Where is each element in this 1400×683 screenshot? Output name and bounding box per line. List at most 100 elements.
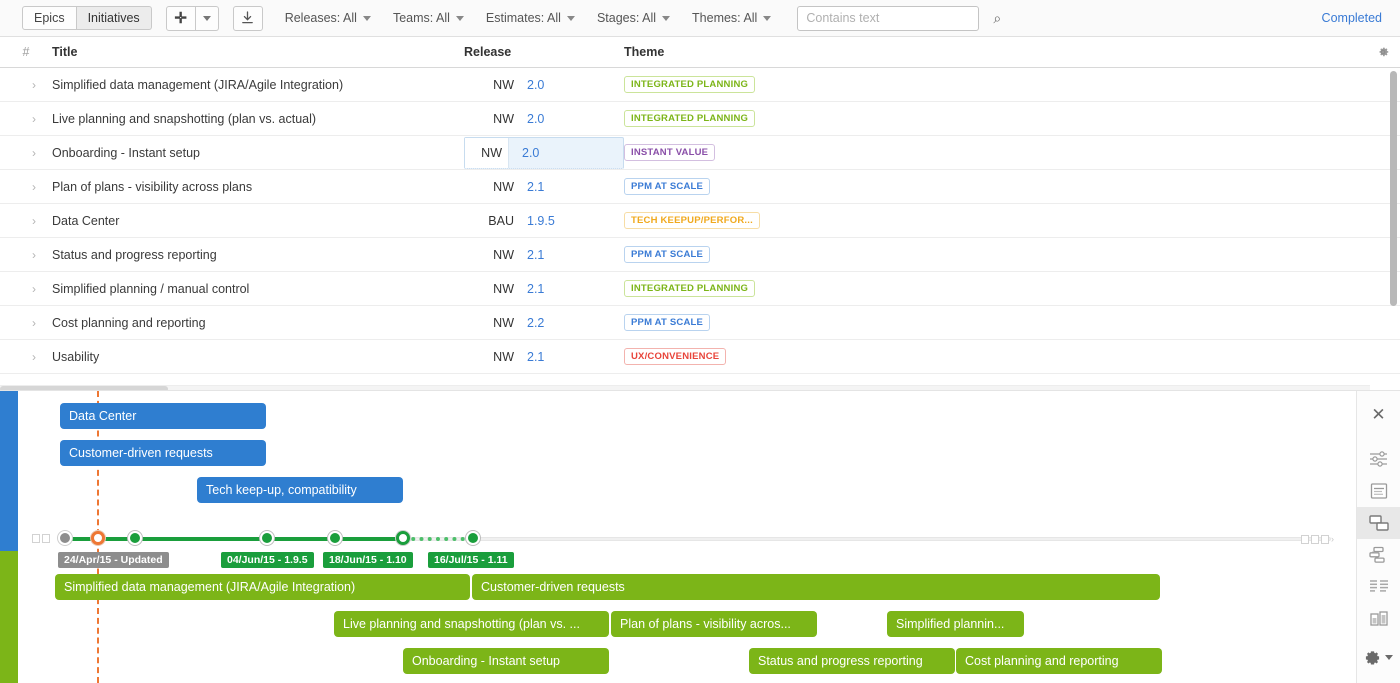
table-row[interactable]: › Onboarding - Instant setup NW 2.0 INST… (0, 136, 1400, 170)
epic-bar[interactable]: Customer-driven requests (472, 574, 1160, 600)
row-release-version[interactable]: 2.0 (509, 146, 539, 160)
row-release-selected[interactable]: NW 2.0 (464, 137, 624, 169)
app-root: Epics Initiatives ✛ Releases: All Teams:… (0, 0, 1400, 682)
table-row[interactable]: › Data Center BAU 1.9.5 TECH KEEPUP/PERF… (0, 204, 1400, 238)
row-release-version[interactable]: 2.1 (514, 350, 544, 364)
column-header-release[interactable]: Release (464, 45, 624, 59)
filter-teams[interactable]: Teams: All (393, 11, 464, 25)
row-expander[interactable]: › (0, 214, 52, 228)
cap-icon (32, 534, 40, 543)
epic-bar[interactable]: Simplified data management (JIRA/Agile I… (55, 574, 470, 600)
rail-button-columns[interactable] (1357, 603, 1400, 635)
filter-releases[interactable]: Releases: All (285, 11, 371, 25)
row-release[interactable]: NW 2.2 (464, 306, 624, 340)
milestone-label-111[interactable]: 16/Jul/15 - 1.11 (428, 552, 514, 568)
milestone-node-hollow[interactable] (396, 531, 410, 545)
export-button[interactable] (233, 6, 263, 31)
row-expander[interactable]: › (0, 112, 52, 126)
initiative-bar-label: Data Center (69, 409, 136, 423)
milestone-timeline: 24/Apr/15 - Updated 04/Jun/15 - 1.9.5 18… (0, 521, 1400, 567)
row-release[interactable]: BAU 1.9.5 (464, 204, 624, 238)
close-panel-button[interactable]: ✕ (1357, 399, 1400, 431)
epic-bar[interactable]: Cost planning and reporting (956, 648, 1162, 674)
row-expander[interactable]: › (0, 146, 52, 160)
milestone-node[interactable] (128, 531, 142, 545)
search-input[interactable] (797, 6, 979, 31)
table-row[interactable]: › Plan of plans - visibility across plan… (0, 170, 1400, 204)
timeline-right-caps[interactable]: › (1301, 534, 1334, 544)
view-tab-epics[interactable]: Epics (22, 6, 77, 30)
view-tab-epics-label: Epics (34, 11, 65, 25)
table-row[interactable]: › Status and progress reporting NW 2.1 P… (0, 238, 1400, 272)
chevron-right-icon: › (32, 350, 36, 364)
columns-view-icon (1368, 610, 1390, 628)
search-icon[interactable]: ⌕ (993, 10, 1001, 27)
table-settings-button[interactable] (1366, 45, 1400, 59)
epic-bar[interactable]: Live planning and snapshotting (plan vs.… (334, 611, 609, 637)
table-row[interactable]: › Live planning and snapshotting (plan v… (0, 102, 1400, 136)
milestone-label-110[interactable]: 18/Jun/15 - 1.10 (323, 552, 413, 568)
row-release[interactable]: NW 2.0 (464, 68, 624, 102)
table-row[interactable]: › Simplified data management (JIRA/Agile… (0, 68, 1400, 102)
epic-bar[interactable]: Simplified plannin... (887, 611, 1024, 637)
row-release-version[interactable]: 1.9.5 (514, 214, 555, 228)
row-theme: PPM AT SCALE (624, 246, 1366, 263)
column-header-title[interactable]: Title (52, 45, 464, 59)
rail-button-layout-split[interactable] (1357, 507, 1400, 539)
initiative-bar[interactable]: Tech keep-up, compatibility (197, 477, 403, 503)
row-expander[interactable]: › (0, 180, 52, 194)
rail-button-list[interactable] (1357, 571, 1400, 603)
row-expander[interactable]: › (0, 316, 52, 330)
milestone-node-195[interactable] (260, 531, 274, 545)
epic-bar[interactable]: Onboarding - Instant setup (403, 648, 609, 674)
row-release[interactable]: NW 2.1 (464, 238, 624, 272)
row-release-version[interactable]: 2.1 (514, 248, 544, 262)
milestone-node-110[interactable] (328, 531, 342, 545)
milestone-node-111[interactable] (466, 531, 480, 545)
row-expander[interactable]: › (0, 350, 52, 364)
row-expander[interactable]: › (0, 282, 52, 296)
row-expander[interactable]: › (0, 248, 52, 262)
add-button[interactable]: ✛ (166, 6, 196, 31)
rail-button-sliders[interactable] (1357, 443, 1400, 475)
add-dropdown-button[interactable] (196, 6, 219, 31)
filter-themes[interactable]: Themes: All (692, 11, 771, 25)
column-header-number[interactable]: # (0, 45, 52, 59)
completed-link[interactable]: Completed (1322, 11, 1382, 25)
row-release-version[interactable]: 2.1 (514, 180, 544, 194)
milestone-node-today[interactable] (91, 531, 105, 545)
initiative-bar[interactable]: Data Center (60, 403, 266, 429)
row-release[interactable]: NW 2.1 (464, 340, 624, 374)
table-row[interactable]: › Simplified planning / manual control N… (0, 272, 1400, 306)
sliders-icon (1369, 450, 1389, 468)
row-theme: INTEGRATED PLANNING (624, 280, 1366, 297)
row-expander[interactable]: › (0, 78, 52, 92)
row-release-version[interactable]: 2.1 (514, 282, 544, 296)
milestone-label-updated[interactable]: 24/Apr/15 - Updated (58, 552, 169, 568)
filter-estimates[interactable]: Estimates: All (486, 11, 575, 25)
filter-stages[interactable]: Stages: All (597, 11, 670, 25)
initiative-bar[interactable]: Customer-driven requests (60, 440, 266, 466)
table-row[interactable]: › Usability NW 2.1 UX/CONVENIENCE (0, 340, 1400, 374)
milestone-node-updated[interactable] (58, 531, 72, 545)
table-row[interactable]: › Cost planning and reporting NW 2.2 PPM… (0, 306, 1400, 340)
roadmap-panel: Data Center Customer-driven requests Tec… (0, 390, 1400, 682)
epic-bar[interactable]: Status and progress reporting (749, 648, 955, 674)
column-header-theme[interactable]: Theme (624, 45, 1366, 59)
panel-settings-button[interactable] (1364, 649, 1393, 666)
row-theme: PPM AT SCALE (624, 314, 1366, 331)
table-vertical-scrollbar[interactable] (1390, 71, 1397, 306)
rail-button-details[interactable] (1357, 475, 1400, 507)
row-release[interactable]: NW 2.1 (464, 170, 624, 204)
row-release-version[interactable]: 2.0 (514, 78, 544, 92)
row-release-version[interactable]: 2.2 (514, 316, 544, 330)
row-release-version[interactable]: 2.0 (514, 112, 544, 126)
row-release[interactable]: NW 2.0 (464, 102, 624, 136)
download-icon (241, 11, 254, 25)
rail-button-gantt[interactable] (1357, 539, 1400, 571)
timeline-left-caps[interactable] (32, 534, 50, 543)
milestone-label-195[interactable]: 04/Jun/15 - 1.9.5 (221, 552, 314, 568)
row-release[interactable]: NW 2.1 (464, 272, 624, 306)
view-tab-initiatives[interactable]: Initiatives (77, 6, 152, 30)
epic-bar[interactable]: Plan of plans - visibility acros... (611, 611, 817, 637)
